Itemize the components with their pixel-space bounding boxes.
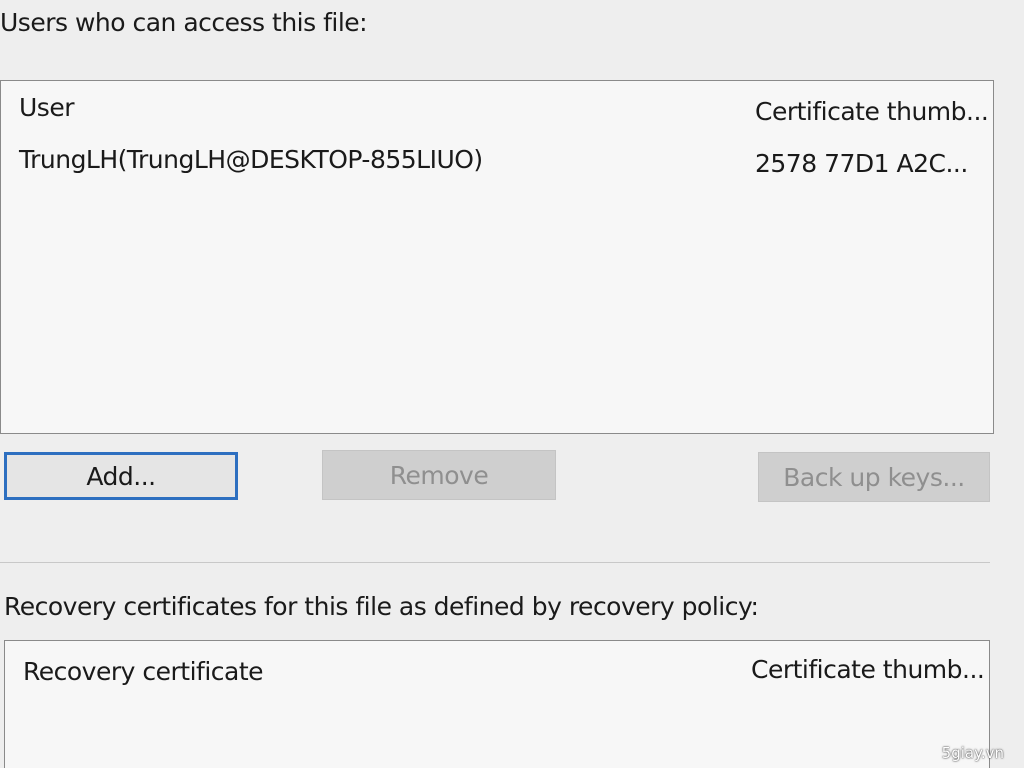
separator [0,562,990,563]
column-header-user[interactable]: User [19,93,74,122]
column-header-certificate-thumbprint[interactable]: Certificate thumb... [755,97,989,126]
remove-button[interactable]: Remove [322,450,556,500]
column-header-recovery-thumbprint[interactable]: Certificate thumb... [751,655,985,684]
recovery-certificates-list[interactable]: Recovery certificate Certificate thumb..… [4,640,990,768]
recovery-section-label: Recovery certificates for this file as d… [4,592,759,621]
back-up-keys-button[interactable]: Back up keys... [758,452,990,502]
user-cell: TrungLH(TrungLH@DESKTOP-855LIUO) [19,145,483,174]
thumbprint-cell: 2578 77D1 A2C... [755,149,968,178]
add-button[interactable]: Add... [4,452,238,500]
watermark: 5giay.vn [941,744,1004,762]
column-header-recovery-certificate[interactable]: Recovery certificate [23,657,264,686]
users-list[interactable]: User Certificate thumb... TrungLH(TrungL… [0,80,994,434]
users-section-label: Users who can access this file: [0,8,368,37]
